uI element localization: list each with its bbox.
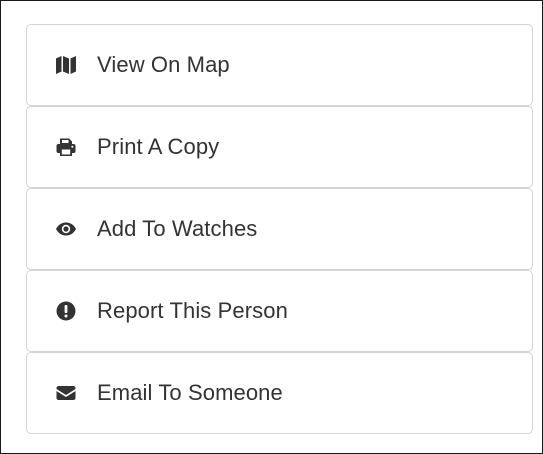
print-a-copy-button[interactable]: Print A Copy <box>26 106 533 188</box>
actions-menu: View On Map Print A Copy Add To Watches … <box>26 24 533 434</box>
eye-icon <box>55 218 77 240</box>
print-icon <box>55 136 77 158</box>
envelope-icon <box>55 382 77 404</box>
email-to-someone-button[interactable]: Email To Someone <box>26 352 533 434</box>
map-icon <box>55 54 77 76</box>
print-a-copy-label: Print A Copy <box>97 134 220 159</box>
add-to-watches-button[interactable]: Add To Watches <box>26 188 533 270</box>
email-to-someone-label: Email To Someone <box>97 380 283 405</box>
view-on-map-button[interactable]: View On Map <box>26 24 533 106</box>
report-this-person-button[interactable]: Report This Person <box>26 270 533 352</box>
report-this-person-label: Report This Person <box>97 298 288 323</box>
exclamation-circle-icon <box>55 300 77 322</box>
window-frame: View On Map Print A Copy Add To Watches … <box>0 0 543 454</box>
add-to-watches-label: Add To Watches <box>97 216 258 241</box>
view-on-map-label: View On Map <box>97 52 230 77</box>
